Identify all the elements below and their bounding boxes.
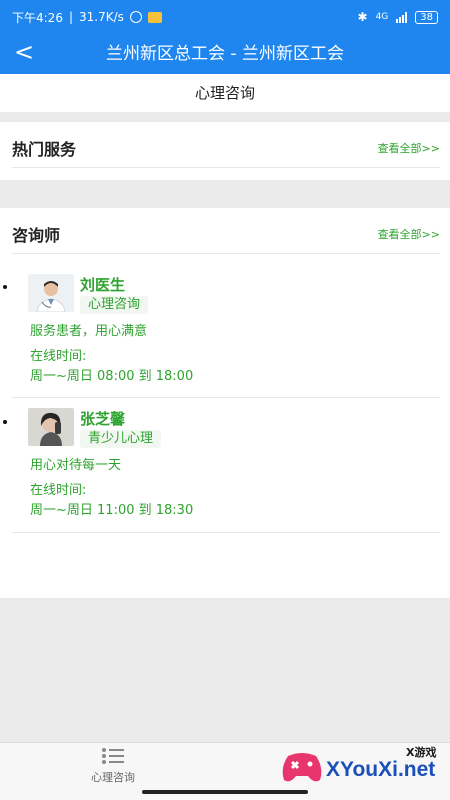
status-left: 下午4:26 | 31.7K/s bbox=[12, 9, 162, 26]
nav-bar: < 兰州新区总工会 - 兰州新区工会 bbox=[0, 34, 450, 74]
battery-icon: 38 bbox=[415, 10, 438, 24]
avatar bbox=[28, 408, 74, 446]
status-right: ✱ 4G 38 bbox=[357, 10, 438, 24]
status-time: 下午4:26 bbox=[12, 10, 63, 25]
online-hours: 周一~周日 08:00 到 18:00 bbox=[30, 369, 194, 384]
counselor-motto: 服务患者，用心满意 bbox=[30, 324, 148, 339]
online-hours: 周一~周日 11:00 到 18:30 bbox=[30, 503, 194, 518]
gamepad-logo-icon bbox=[282, 753, 322, 782]
hot-services-view-all-link[interactable]: 查看全部>> bbox=[378, 140, 440, 156]
hot-services-section: 热门服务 查看全部>> bbox=[0, 122, 450, 180]
counselors-header: 咨询师 查看全部>> bbox=[12, 208, 440, 254]
counselor-motto: 用心对待每一天 bbox=[30, 458, 122, 473]
counselors-title: 咨询师 bbox=[12, 226, 61, 245]
watermark: X游戏 XYouXi.net bbox=[276, 738, 446, 792]
message-icon bbox=[147, 11, 162, 23]
counselors-view-all-link[interactable]: 查看全部>> bbox=[378, 226, 440, 242]
counselor-name[interactable]: 刘医生 bbox=[80, 274, 125, 295]
bluetooth-icon: ✱ bbox=[357, 10, 368, 24]
counselors-section: 咨询师 查看全部>> 刘医生 心理咨询 服务患者，用心满意 在线时间: 周一~周… bbox=[0, 208, 450, 598]
counselor-card[interactable]: 刘医生 心理咨询 服务患者，用心满意 在线时间: 周一~周日 08:00 到 1… bbox=[3, 268, 440, 398]
signal-icon bbox=[396, 11, 408, 23]
doctor-portrait-icon bbox=[28, 274, 74, 312]
online-time-label: 在线时间: bbox=[30, 349, 87, 364]
tab-header: 心理咨询 bbox=[0, 74, 450, 112]
bottom-nav-item-consult[interactable]: 心理咨询 bbox=[80, 745, 146, 789]
list-bullet bbox=[3, 285, 7, 289]
hot-services-header: 热门服务 查看全部>> bbox=[12, 122, 440, 168]
alarm-icon bbox=[129, 11, 142, 23]
watermark-text: XYouXi.net bbox=[326, 758, 436, 781]
counselor-name[interactable]: 张芝馨 bbox=[80, 408, 125, 429]
avatar bbox=[28, 274, 74, 312]
status-separator: | bbox=[68, 10, 73, 24]
status-bar: 下午4:26 | 31.7K/s ✱ 4G 38 bbox=[0, 0, 450, 34]
status-speed: 31.7K/s bbox=[79, 10, 124, 24]
network-type: 4G bbox=[375, 12, 389, 22]
list-icon bbox=[102, 748, 124, 764]
counselor-tag: 青少儿心理 bbox=[80, 430, 162, 448]
page-title: 兰州新区总工会 - 兰州新区工会 bbox=[106, 44, 344, 64]
online-time-label: 在线时间: bbox=[30, 483, 87, 498]
counselor-tag: 心理咨询 bbox=[80, 296, 149, 314]
home-indicator[interactable] bbox=[142, 790, 308, 794]
counselor-card[interactable]: 张芝馨 青少儿心理 用心对待每一天 在线时间: 周一~周日 11:00 到 18… bbox=[3, 398, 440, 533]
bottom-nav-label: 心理咨询 bbox=[91, 771, 135, 784]
list-bullet bbox=[3, 420, 7, 424]
counselor-portrait-icon bbox=[28, 408, 74, 446]
hot-services-title: 热门服务 bbox=[12, 140, 77, 159]
